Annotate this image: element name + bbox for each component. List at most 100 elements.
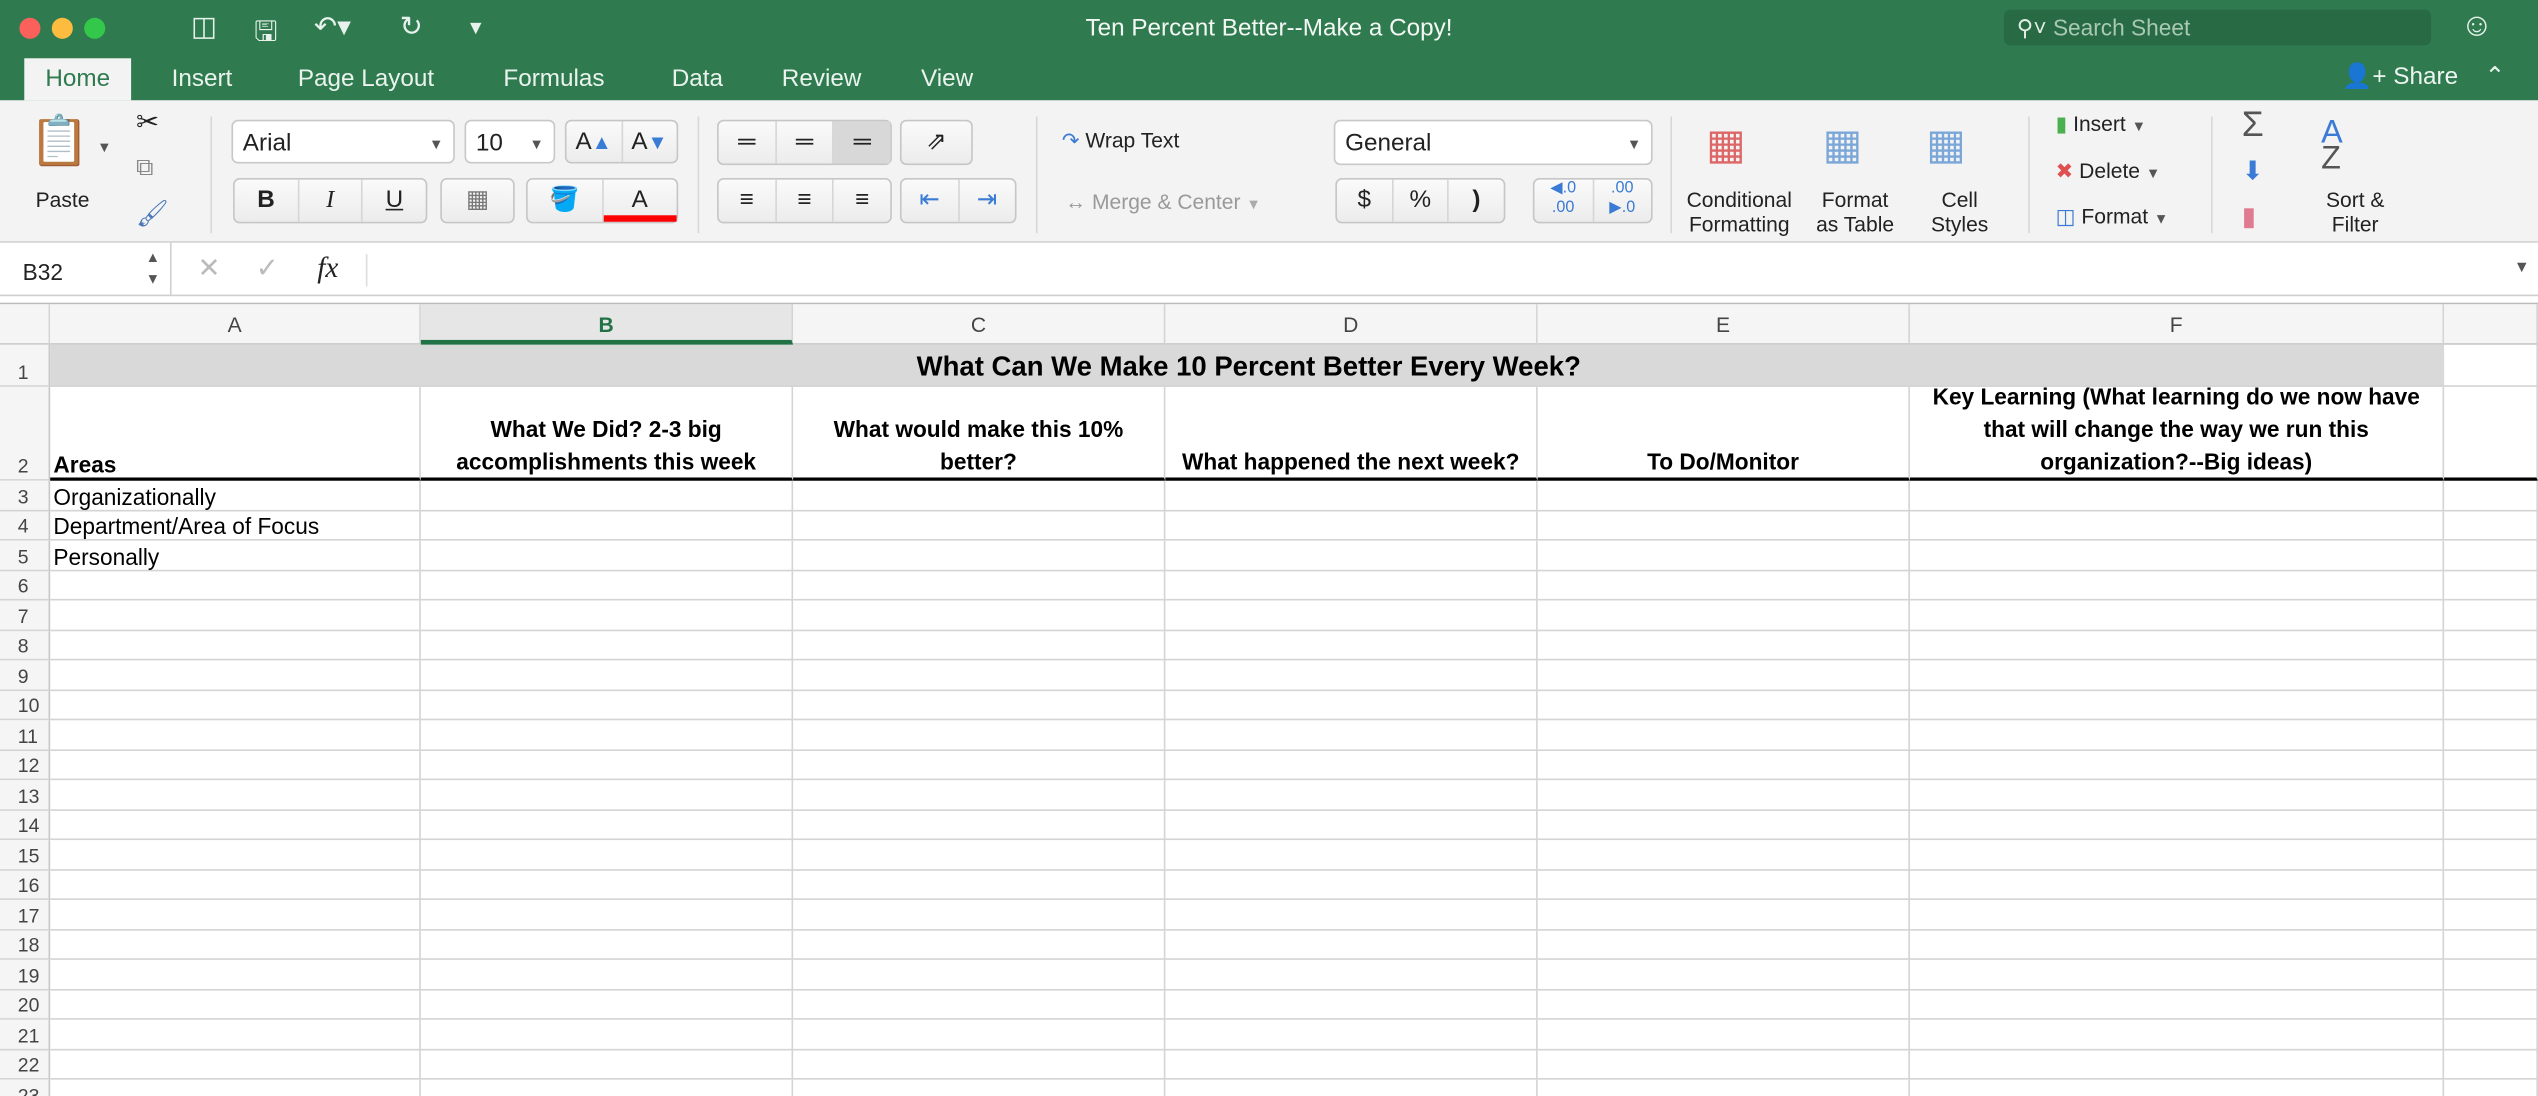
cell[interactable]: [1165, 1019, 1538, 1050]
cell[interactable]: [2444, 510, 2538, 541]
cell[interactable]: [50, 1079, 421, 1096]
cell[interactable]: [50, 570, 421, 601]
cell[interactable]: [2444, 810, 2538, 841]
column-header-d[interactable]: D: [1165, 304, 1538, 345]
row-header[interactable]: 15: [0, 840, 51, 871]
area-label-cell[interactable]: Department/Area of Focus: [50, 510, 421, 541]
cell[interactable]: [50, 780, 421, 811]
cell[interactable]: [793, 1019, 1166, 1050]
cell[interactable]: [2444, 840, 2538, 871]
cell[interactable]: [2444, 870, 2538, 900]
cell[interactable]: [1165, 660, 1538, 691]
cell[interactable]: [1165, 929, 1538, 960]
cell[interactable]: [1165, 720, 1538, 751]
align-middle-button[interactable]: ═: [776, 121, 835, 164]
cell[interactable]: [1909, 480, 2445, 511]
cell[interactable]: [793, 570, 1166, 601]
cell[interactable]: [2444, 720, 2538, 751]
cell[interactable]: [420, 780, 794, 811]
tab-review[interactable]: Review: [782, 58, 862, 100]
cell[interactable]: [1909, 1049, 2445, 1080]
column-header-e[interactable]: E: [1537, 304, 1910, 345]
cell[interactable]: [1165, 600, 1538, 631]
cell[interactable]: [50, 929, 421, 960]
cell[interactable]: [2444, 386, 2538, 481]
enter-icon[interactable]: ✓: [256, 253, 279, 285]
cell[interactable]: [793, 780, 1166, 811]
collapse-ribbon-icon[interactable]: ⌃: [2485, 62, 2505, 91]
cell[interactable]: [420, 570, 794, 601]
cell[interactable]: [420, 690, 794, 721]
clear-eraser-icon[interactable]: ▮: [2242, 201, 2256, 233]
cell[interactable]: [1537, 510, 1910, 541]
cell[interactable]: [1165, 810, 1538, 841]
cell[interactable]: [793, 540, 1166, 571]
row-header[interactable]: 8: [0, 630, 51, 661]
row-header[interactable]: 12: [0, 750, 51, 781]
decrease-font-size-button[interactable]: A▼: [622, 121, 676, 161]
cell[interactable]: [2444, 600, 2538, 631]
format-cells-button[interactable]: ◫ Format ▼: [2056, 204, 2169, 230]
cell[interactable]: [420, 480, 794, 511]
cell[interactable]: [793, 1049, 1166, 1080]
align-center-button[interactable]: ≡: [776, 179, 835, 222]
cell[interactable]: [420, 720, 794, 751]
fill-color-button[interactable]: 🪣: [528, 179, 603, 222]
cell[interactable]: [793, 929, 1166, 960]
cell[interactable]: [420, 989, 794, 1020]
cell[interactable]: [2444, 1019, 2538, 1050]
cell[interactable]: [1537, 480, 1910, 511]
wrap-text-button[interactable]: ↷ Wrap Text: [1062, 128, 1179, 154]
cell[interactable]: [1537, 989, 1910, 1020]
cell[interactable]: [1909, 929, 2445, 960]
cell[interactable]: [50, 810, 421, 841]
cell[interactable]: [420, 540, 794, 571]
feedback-smiley-icon[interactable]: ☺: [2460, 8, 2493, 45]
font-name-select[interactable]: Arial ▼: [231, 119, 455, 164]
cell[interactable]: [1537, 840, 1910, 871]
cell[interactable]: [420, 929, 794, 960]
cell[interactable]: [420, 1049, 794, 1080]
row-header[interactable]: 17: [0, 899, 51, 930]
align-left-button[interactable]: ≡: [719, 179, 777, 222]
cell[interactable]: [2444, 1049, 2538, 1080]
align-top-button[interactable]: ═: [719, 121, 777, 164]
column-heading-cell[interactable]: Areas: [50, 386, 421, 481]
increase-decimal-button[interactable]: ◀.0.00: [1534, 179, 1594, 222]
cell[interactable]: [50, 660, 421, 691]
format-as-table-icon[interactable]: ▦: [1823, 120, 1863, 170]
cell-styles-button[interactable]: Cell Styles: [1931, 188, 1988, 237]
align-right-button[interactable]: ≡: [834, 180, 890, 222]
cell[interactable]: [2444, 959, 2538, 990]
cell[interactable]: [793, 720, 1166, 751]
cell[interactable]: [793, 690, 1166, 721]
row-header[interactable]: 23: [0, 1079, 51, 1096]
cut-icon[interactable]: ✂: [136, 107, 159, 139]
cell[interactable]: [1909, 510, 2445, 541]
share-button[interactable]: 👤+ Share: [2342, 62, 2458, 91]
cell[interactable]: [1165, 540, 1538, 571]
cell[interactable]: [1537, 570, 1910, 601]
cell[interactable]: [1165, 1079, 1538, 1096]
sort-filter-button[interactable]: Sort & Filter: [2326, 188, 2384, 237]
cell[interactable]: [50, 1049, 421, 1080]
select-all-corner[interactable]: [0, 304, 51, 345]
cell[interactable]: [793, 480, 1166, 511]
worksheet-grid[interactable]: A B C D E F 1 What Can We Make 10 Percent Bette…: [0, 302, 2538, 1096]
row-header[interactable]: 13: [0, 780, 51, 811]
cell[interactable]: [1165, 480, 1538, 511]
cell[interactable]: [420, 959, 794, 990]
format-painter-icon[interactable]: 🖌: [136, 197, 169, 229]
cell[interactable]: [793, 1079, 1166, 1096]
percent-button[interactable]: %: [1393, 179, 1450, 222]
cell[interactable]: [1537, 899, 1910, 930]
borders-button[interactable]: ▦: [442, 180, 513, 222]
cell[interactable]: [1909, 810, 2445, 841]
cell[interactable]: [421, 1079, 794, 1096]
merge-center-button[interactable]: ↔ Merge & Center ▼: [1065, 189, 1261, 213]
column-heading-cell[interactable]: What We Did? 2-3 big accomplishments thi…: [420, 386, 794, 481]
cell[interactable]: [1165, 750, 1538, 781]
cell[interactable]: [1165, 570, 1538, 601]
column-header-b[interactable]: B: [420, 304, 794, 345]
cell[interactable]: [1909, 870, 2445, 900]
